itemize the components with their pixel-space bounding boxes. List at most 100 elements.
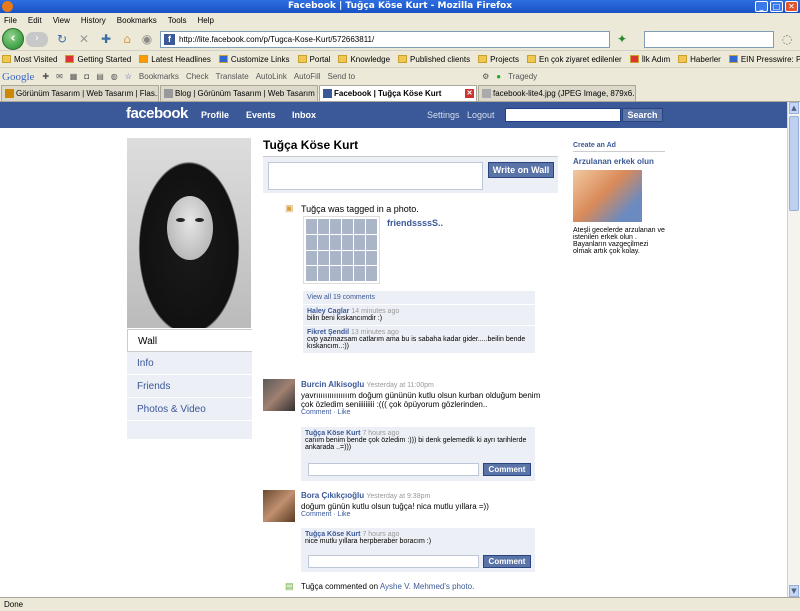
minimize-button[interactable]: _	[755, 1, 768, 12]
add-bookmark-icon[interactable]: ✚	[99, 32, 113, 46]
tab-blog[interactable]: Blog | Görünüm Tasarım | Web Tasarım ...	[160, 85, 318, 101]
wall-composer: Write on Wall	[263, 156, 558, 193]
comment-author[interactable]: Fikret Şendil	[307, 329, 349, 336]
page-scrollbar[interactable]: ▲ ▼	[787, 102, 800, 597]
earth-icon[interactable]: ◍	[111, 72, 118, 81]
comment-input[interactable]	[308, 555, 479, 568]
google-logo[interactable]: Google	[2, 71, 34, 83]
reply-author[interactable]: Tuğça Köse Kurt	[305, 430, 361, 437]
facebook-header: facebook Profile Events Inbox Settings L…	[0, 102, 787, 128]
tab-gorunum-flash[interactable]: Görünüm Tasarım | Web Tasarım | Flas...	[1, 85, 159, 101]
post-actions[interactable]: Comment · Like	[301, 511, 541, 518]
home-icon[interactable]: ⌂	[120, 32, 134, 46]
autofill-button[interactable]: AutoFill	[294, 72, 321, 81]
bookmark-item[interactable]: Portal	[297, 55, 330, 64]
plus-icon[interactable]: ✚	[42, 72, 49, 81]
close-window-button[interactable]: ✕	[785, 1, 798, 12]
mail-icon[interactable]: ✉	[56, 72, 63, 81]
menu-view[interactable]: View	[53, 16, 70, 25]
bookmark-item[interactable]: Knowledge	[338, 55, 390, 64]
create-ad-link[interactable]: Create an Ad	[573, 142, 665, 152]
star-icon[interactable]: ☆	[125, 72, 132, 81]
bookmark-item[interactable]: İlk Adım	[629, 55, 670, 64]
bookmark-item[interactable]: Customize Links	[218, 55, 290, 64]
left-nav-wall[interactable]: Wall	[127, 329, 252, 352]
profile-picture[interactable]	[127, 138, 251, 328]
left-nav-friends[interactable]: Friends	[127, 375, 252, 398]
post-author[interactable]: Burcin Alkisoglu	[301, 380, 364, 389]
nav-events[interactable]: Events	[246, 110, 276, 120]
profile-button[interactable]: Tragedy	[508, 72, 537, 81]
translate-button[interactable]: Translate	[216, 72, 249, 81]
reply-author[interactable]: Tuğça Köse Kurt	[305, 531, 361, 538]
fb-search-button[interactable]: Search	[622, 108, 663, 122]
autolink-button[interactable]: AutoLink	[256, 72, 287, 81]
bookmark-item[interactable]: Published clients	[398, 55, 470, 64]
tagged-photo-thumbnail[interactable]	[303, 216, 380, 284]
addon-icon[interactable]: ✦	[615, 32, 629, 46]
comment-button[interactable]: Comment	[483, 463, 531, 476]
calendar-icon[interactable]: ▦	[70, 72, 78, 81]
search-bar[interactable]	[644, 31, 774, 48]
scroll-up-icon[interactable]: ▲	[789, 102, 799, 114]
docs-icon[interactable]: ▤	[96, 72, 104, 81]
menu-history[interactable]: History	[81, 16, 106, 25]
post-text: yavrııııııııııııııım doğum gününün kutlu…	[301, 391, 541, 409]
view-all-comments-link[interactable]: View all 19 comments	[303, 291, 535, 305]
bookmark-item[interactable]: Haberler	[678, 55, 721, 64]
ad-body: Ateşli gecelerde arzulanan ve istenilen …	[573, 227, 665, 255]
bookmark-item[interactable]: En çok ziyaret edilenler	[526, 55, 622, 64]
nav-settings[interactable]: Settings	[427, 110, 460, 120]
blogger-icon[interactable]: ◘	[84, 72, 89, 81]
url-bar[interactable]: f http://lite.facebook.com/p/Tugca-Kose-…	[160, 31, 610, 48]
comment-author[interactable]: Haley Caglar	[307, 308, 349, 315]
close-tab-icon[interactable]: ✕	[465, 89, 474, 98]
reload-icon[interactable]: ↻	[55, 32, 69, 46]
wall-column: Tuğça Köse Kurt Write on Wall ▣ Tuğça wa…	[263, 138, 558, 591]
scroll-down-icon[interactable]: ▼	[789, 585, 799, 597]
comment-story-link[interactable]: Ayshe V. Mehmed's photo.	[380, 582, 474, 591]
wall-post-textarea[interactable]	[268, 162, 483, 190]
search-go-icon[interactable]: ◌	[780, 32, 794, 46]
fb-search-input[interactable]	[505, 108, 621, 122]
comment-text: cvp yazmazsam catlarım ama bu is sabaha …	[307, 336, 526, 350]
post-author[interactable]: Bora Çıkıkçıoğlu	[301, 491, 364, 500]
menu-help[interactable]: Help	[197, 16, 213, 25]
bookmarks-menu[interactable]: Bookmarks	[139, 72, 179, 81]
wrench-icon[interactable]: ⚙	[482, 72, 489, 81]
stop-icon[interactable]: ✕	[77, 32, 91, 46]
tab-jpeg-image[interactable]: facebook-lite4.jpg (JPEG Image, 879x6...	[478, 85, 636, 101]
send-to-button[interactable]: Send to	[328, 72, 356, 81]
menu-tools[interactable]: Tools	[168, 16, 187, 25]
comment-input[interactable]	[308, 463, 479, 476]
avatar[interactable]	[263, 379, 295, 411]
history-icon[interactable]: ◉	[140, 32, 154, 46]
menu-file[interactable]: File	[4, 16, 17, 25]
menu-bookmarks[interactable]: Bookmarks	[117, 16, 157, 25]
facebook-logo[interactable]: facebook	[126, 105, 188, 122]
left-nav-info[interactable]: Info	[127, 352, 252, 375]
avatar[interactable]	[263, 490, 295, 522]
nav-profile[interactable]: Profile	[201, 110, 229, 120]
bookmark-item[interactable]: EIN Presswire: Press ...	[728, 55, 800, 64]
nav-logout[interactable]: Logout	[467, 110, 495, 120]
post-actions[interactable]: Comment · Like	[301, 409, 541, 416]
bookmark-item[interactable]: Most Visited	[2, 55, 57, 64]
ad-title[interactable]: Arzulanan erkek olun	[573, 157, 665, 166]
menu-edit[interactable]: Edit	[28, 16, 42, 25]
nav-inbox[interactable]: Inbox	[292, 110, 316, 120]
write-on-wall-button[interactable]: Write on Wall	[488, 162, 554, 178]
forward-button[interactable]: ›	[26, 32, 48, 47]
maximize-button[interactable]: □	[770, 1, 783, 12]
bookmark-item[interactable]: Getting Started	[65, 55, 131, 64]
back-button[interactable]: ‹	[2, 28, 24, 50]
bookmark-item[interactable]: Latest Headlines	[139, 55, 211, 64]
comment-button[interactable]: Comment	[483, 555, 531, 568]
check-button[interactable]: Check	[186, 72, 209, 81]
scrollbar-thumb[interactable]	[789, 116, 799, 211]
bookmark-item[interactable]: Projects	[478, 55, 519, 64]
ad-image[interactable]	[573, 170, 642, 222]
album-link[interactable]: friendssssS..	[387, 218, 443, 228]
left-nav-photos[interactable]: Photos & Video	[127, 398, 252, 421]
tab-facebook[interactable]: Facebook | Tuğça Köse Kurt ✕	[319, 85, 477, 101]
